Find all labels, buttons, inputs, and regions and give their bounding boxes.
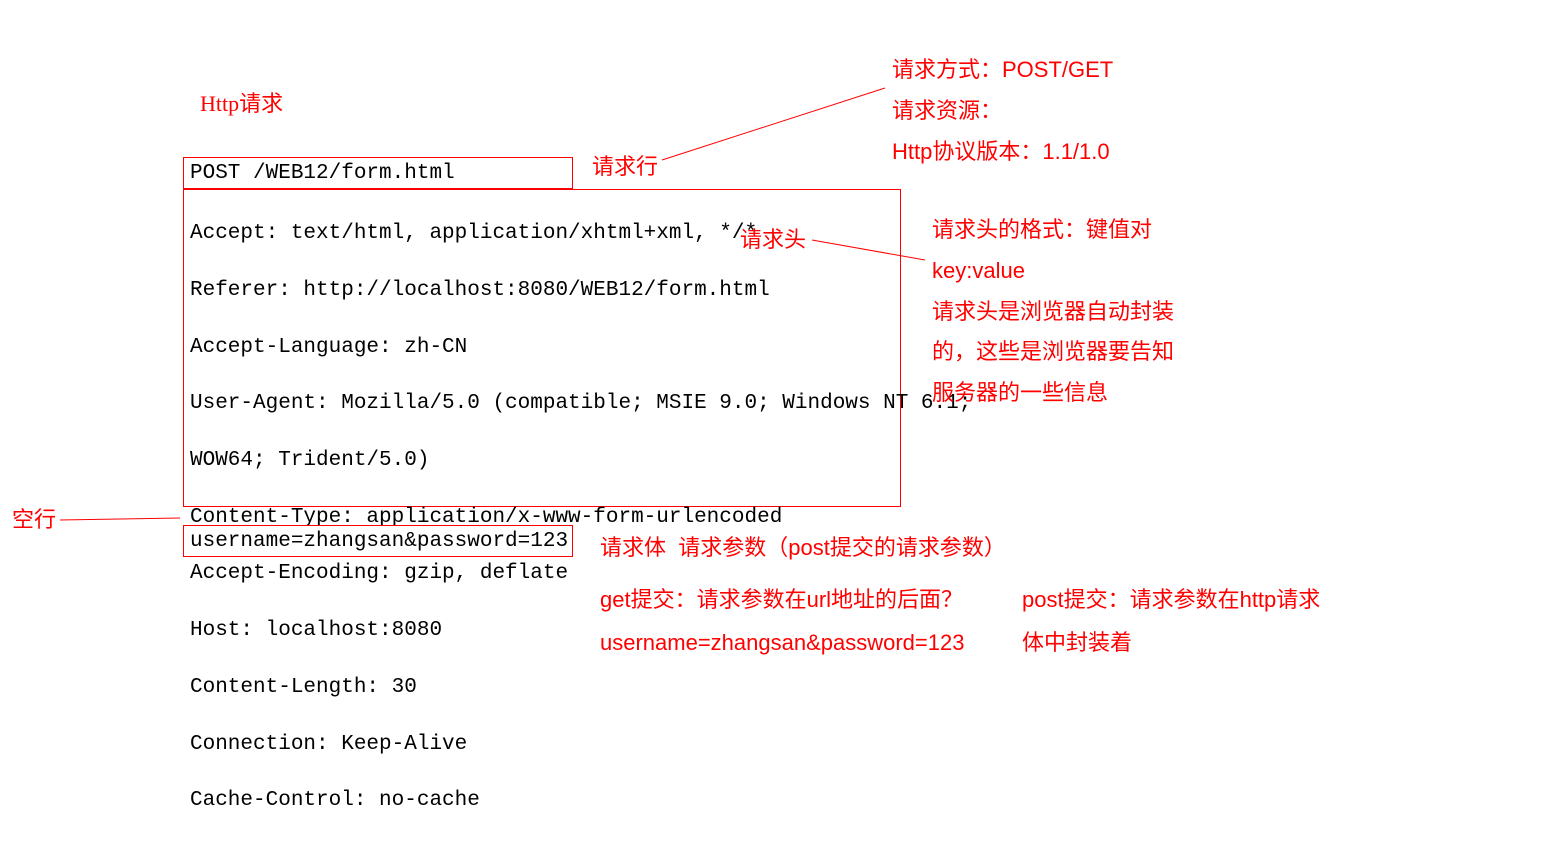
- anno-line: get提交：请求参数在url地址的后面？: [600, 585, 964, 616]
- anno-line: 请求方式：POST/GET: [892, 55, 1113, 86]
- request-line-box: POST /WEB12/form.html HTTP/1.1: [183, 157, 573, 189]
- header-line: Accept-Language: zh-CN: [190, 334, 894, 362]
- anno-line: 请求头的格式：键值对: [932, 215, 1174, 246]
- anno-line: 体中封装着: [1022, 628, 1320, 659]
- bottom-left-annotation: get提交：请求参数在url地址的后面？ username=zhangsan&p…: [600, 585, 964, 659]
- anno-line: post提交：请求参数在http请求: [1022, 585, 1320, 616]
- empty-line-label: 空行: [12, 505, 56, 536]
- header-line: WOW64; Trident/5.0): [190, 447, 894, 475]
- anno-line: 请求资源：: [892, 96, 1113, 127]
- req-params-word: 请求参数（post提交的请求参数）: [678, 535, 1006, 560]
- header-line: Content-Length: 30: [190, 674, 894, 702]
- bottom-right-annotation: post提交：请求参数在http请求 体中封装着: [1022, 585, 1320, 659]
- anno-line: 请求头是浏览器自动封装: [932, 297, 1174, 328]
- anno-line: 的，这些是浏览器要告知: [932, 337, 1174, 368]
- anno-line: 服务器的一些信息: [932, 378, 1174, 409]
- anno-line: username=zhangsan&password=123: [600, 628, 964, 659]
- right-top-annotation: 请求方式：POST/GET 请求资源： Http协议版本：1.1/1.0: [892, 55, 1113, 167]
- header-line: Cache-Control: no-cache: [190, 787, 894, 815]
- anno-line: Http协议版本：1.1/1.0: [892, 137, 1113, 168]
- right-mid-annotation: 请求头的格式：键值对 key:value 请求头是浏览器自动封装 的，这些是浏览…: [932, 215, 1174, 409]
- request-body-text: username=zhangsan&password=123: [190, 530, 568, 553]
- req-body-word: 请求体: [600, 535, 666, 560]
- anno-line: key:value: [932, 256, 1174, 287]
- request-line-label: 请求行: [592, 152, 658, 183]
- request-body-box: username=zhangsan&password=123: [183, 525, 573, 557]
- request-header-label: 请求头: [740, 225, 806, 256]
- header-line: User-Agent: Mozilla/5.0 (compatible; MSI…: [190, 390, 894, 418]
- diagram-title: Http请求: [200, 86, 283, 118]
- request-body-label: 请求体 请求参数（post提交的请求参数）: [600, 533, 1006, 564]
- header-line: Referer: http://localhost:8080/WEB12/for…: [190, 277, 894, 305]
- header-line: Connection: Keep-Alive: [190, 731, 894, 759]
